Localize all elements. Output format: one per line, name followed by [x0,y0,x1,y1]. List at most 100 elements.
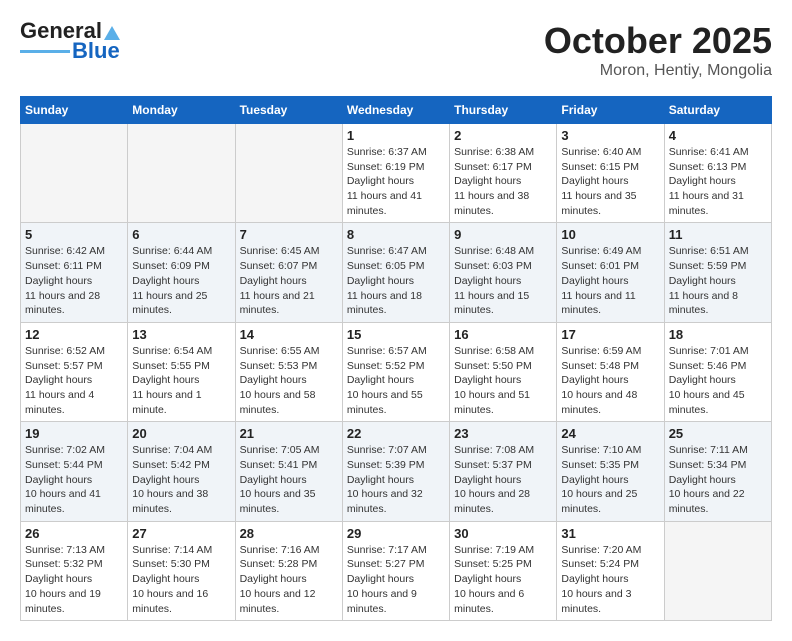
calendar-cell [128,124,235,223]
day-number: 25 [669,426,767,441]
logo: General Blue [20,20,120,62]
day-number: 17 [561,327,659,342]
day-number: 2 [454,128,552,143]
day-info: Sunrise: 6:58 AMSunset: 5:50 PMDaylight … [454,344,552,417]
day-number: 6 [132,227,230,242]
calendar-cell [664,521,771,620]
day-info: Sunrise: 6:48 AMSunset: 6:03 PMDaylight … [454,244,552,317]
day-number: 29 [347,526,445,541]
day-number: 27 [132,526,230,541]
day-number: 19 [25,426,123,441]
weekday-header: Friday [557,97,664,124]
day-info: Sunrise: 6:41 AMSunset: 6:13 PMDaylight … [669,145,767,218]
weekday-header: Saturday [664,97,771,124]
day-info: Sunrise: 7:07 AMSunset: 5:39 PMDaylight … [347,443,445,516]
weekday-header: Sunday [21,97,128,124]
calendar-cell: 9 Sunrise: 6:48 AMSunset: 6:03 PMDaylight… [450,223,557,322]
day-info: Sunrise: 6:40 AMSunset: 6:15 PMDaylight … [561,145,659,218]
day-number: 21 [240,426,338,441]
weekday-header: Thursday [450,97,557,124]
calendar-table: SundayMondayTuesdayWednesdayThursdayFrid… [20,96,772,621]
day-number: 5 [25,227,123,242]
day-info: Sunrise: 6:44 AMSunset: 6:09 PMDaylight … [132,244,230,317]
calendar-cell: 6 Sunrise: 6:44 AMSunset: 6:09 PMDaylight… [128,223,235,322]
calendar-week-row: 26Sunrise: 7:13 AMSunset: 5:32 PMDayligh… [21,521,772,620]
day-number: 31 [561,526,659,541]
month-title: October 2025 [544,20,772,62]
day-info: Sunrise: 6:57 AMSunset: 5:52 PMDaylight … [347,344,445,417]
calendar-cell [21,124,128,223]
calendar-cell: 22 Sunrise: 7:07 AMSunset: 5:39 PMDayligh… [342,422,449,521]
day-info: Sunrise: 6:38 AMSunset: 6:17 PMDaylight … [454,145,552,218]
day-info: Sunrise: 6:47 AMSunset: 6:05 PMDaylight … [347,244,445,317]
day-info: Sunrise: 7:20 AMSunset: 5:24 PMDaylight … [561,543,659,616]
calendar-cell: 12 Sunrise: 6:52 AMSunset: 5:57 PMDayligh… [21,322,128,421]
calendar-cell: 29Sunrise: 7:17 AMSunset: 5:27 PMDayligh… [342,521,449,620]
day-number: 18 [669,327,767,342]
calendar-cell: 23 Sunrise: 7:08 AMSunset: 5:37 PMDayligh… [450,422,557,521]
calendar-cell: 5 Sunrise: 6:42 AMSunset: 6:11 PMDaylight… [21,223,128,322]
day-info: Sunrise: 6:37 AMSunset: 6:19 PMDaylight … [347,145,445,218]
day-number: 22 [347,426,445,441]
calendar-cell: 30Sunrise: 7:19 AMSunset: 5:25 PMDayligh… [450,521,557,620]
day-info: Sunrise: 7:11 AMSunset: 5:34 PMDaylight … [669,443,767,516]
day-info: Sunrise: 7:14 AMSunset: 5:30 PMDaylight … [132,543,230,616]
day-number: 8 [347,227,445,242]
day-info: Sunrise: 7:16 AMSunset: 5:28 PMDaylight … [240,543,338,616]
day-number: 12 [25,327,123,342]
day-info: Sunrise: 6:59 AMSunset: 5:48 PMDaylight … [561,344,659,417]
calendar-cell: 20Sunrise: 7:04 AMSunset: 5:42 PMDayligh… [128,422,235,521]
calendar-week-row: 1 Sunrise: 6:37 AMSunset: 6:19 PMDaylight… [21,124,772,223]
calendar-cell: 31 Sunrise: 7:20 AMSunset: 5:24 PMDayligh… [557,521,664,620]
day-info: Sunrise: 7:02 AMSunset: 5:44 PMDaylight … [25,443,123,516]
day-number: 14 [240,327,338,342]
day-number: 13 [132,327,230,342]
calendar-cell: 16 Sunrise: 6:58 AMSunset: 5:50 PMDayligh… [450,322,557,421]
weekday-header: Wednesday [342,97,449,124]
calendar-body: 1 Sunrise: 6:37 AMSunset: 6:19 PMDaylight… [21,124,772,621]
calendar-cell: 11 Sunrise: 6:51 AMSunset: 5:59 PMDayligh… [664,223,771,322]
weekday-header: Monday [128,97,235,124]
day-info: Sunrise: 6:42 AMSunset: 6:11 PMDaylight … [25,244,123,317]
day-info: Sunrise: 6:51 AMSunset: 5:59 PMDaylight … [669,244,767,317]
day-info: Sunrise: 7:08 AMSunset: 5:37 PMDaylight … [454,443,552,516]
day-info: Sunrise: 7:19 AMSunset: 5:25 PMDaylight … [454,543,552,616]
day-info: Sunrise: 6:45 AMSunset: 6:07 PMDaylight … [240,244,338,317]
day-number: 1 [347,128,445,143]
calendar-cell: 15Sunrise: 6:57 AMSunset: 5:52 PMDayligh… [342,322,449,421]
logo-blue-text: Blue [72,40,120,62]
calendar-cell: 4 Sunrise: 6:41 AMSunset: 6:13 PMDaylight… [664,124,771,223]
calendar-week-row: 12 Sunrise: 6:52 AMSunset: 5:57 PMDayligh… [21,322,772,421]
calendar-cell [235,124,342,223]
location: Moron, Hentiy, Mongolia [544,62,772,80]
weekday-header: Tuesday [235,97,342,124]
day-number: 3 [561,128,659,143]
calendar-cell: 21Sunrise: 7:05 AMSunset: 5:41 PMDayligh… [235,422,342,521]
day-number: 11 [669,227,767,242]
calendar-cell: 3 Sunrise: 6:40 AMSunset: 6:15 PMDaylight… [557,124,664,223]
day-info: Sunrise: 7:13 AMSunset: 5:32 PMDaylight … [25,543,123,616]
calendar-cell: 17 Sunrise: 6:59 AMSunset: 5:48 PMDayligh… [557,322,664,421]
calendar-cell: 28 Sunrise: 7:16 AMSunset: 5:28 PMDayligh… [235,521,342,620]
day-number: 9 [454,227,552,242]
calendar-week-row: 5 Sunrise: 6:42 AMSunset: 6:11 PMDaylight… [21,223,772,322]
calendar-cell: 18 Sunrise: 7:01 AMSunset: 5:46 PMDayligh… [664,322,771,421]
calendar-cell: 1 Sunrise: 6:37 AMSunset: 6:19 PMDaylight… [342,124,449,223]
day-number: 7 [240,227,338,242]
day-number: 16 [454,327,552,342]
day-info: Sunrise: 7:01 AMSunset: 5:46 PMDaylight … [669,344,767,417]
weekday-header-row: SundayMondayTuesdayWednesdayThursdayFrid… [21,97,772,124]
calendar-cell: 19 Sunrise: 7:02 AMSunset: 5:44 PMDayligh… [21,422,128,521]
day-info: Sunrise: 6:52 AMSunset: 5:57 PMDaylight … [25,344,123,417]
calendar-week-row: 19 Sunrise: 7:02 AMSunset: 5:44 PMDayligh… [21,422,772,521]
day-info: Sunrise: 7:04 AMSunset: 5:42 PMDaylight … [132,443,230,516]
day-number: 28 [240,526,338,541]
day-number: 24 [561,426,659,441]
calendar-cell: 24Sunrise: 7:10 AMSunset: 5:35 PMDayligh… [557,422,664,521]
calendar-cell: 26Sunrise: 7:13 AMSunset: 5:32 PMDayligh… [21,521,128,620]
title-section: October 2025 Moron, Hentiy, Mongolia [544,20,772,80]
day-number: 10 [561,227,659,242]
day-number: 4 [669,128,767,143]
calendar-cell: 27 Sunrise: 7:14 AMSunset: 5:30 PMDayligh… [128,521,235,620]
day-number: 23 [454,426,552,441]
